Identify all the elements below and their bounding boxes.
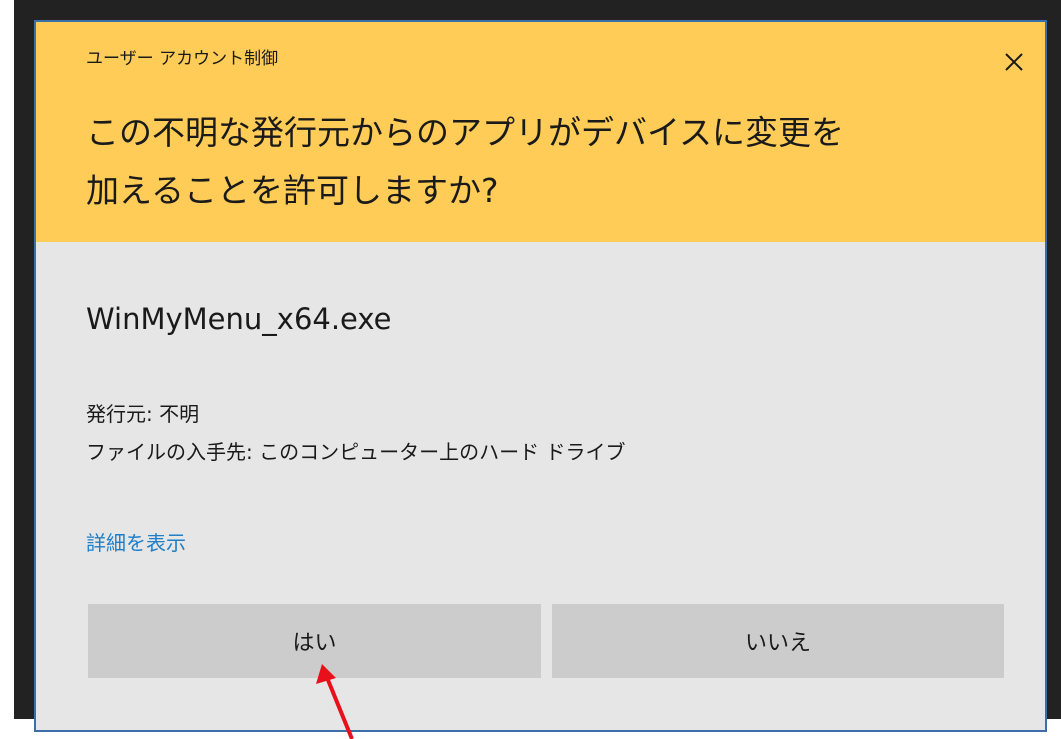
close-button[interactable] [996,44,1032,80]
question-line-1: この不明な発行元からのアプリがデバイスに変更を [86,113,845,152]
close-icon [1005,53,1023,71]
publisher-info: 発行元: 不明 [86,402,200,426]
uac-dialog: ユーザー アカウント制御 この不明な発行元からのアプリがデバイスに変更を 加える… [34,20,1047,732]
dialog-title: ユーザー アカウント制御 [86,49,279,69]
program-name: WinMyMenu_x64.exe [86,302,392,336]
dialog-header: ユーザー アカウント制御 この不明な発行元からのアプリがデバイスに変更を 加える… [36,22,1045,242]
file-origin-info: ファイルの入手先: このコンピューター上のハード ドライブ [86,440,626,464]
red-arrow-icon [316,664,354,739]
permission-question: この不明な発行元からのアプリがデバイスに変更を 加えることを許可しますか? [86,104,986,220]
no-button[interactable]: いいえ [552,604,1004,678]
show-details-link[interactable]: 詳細を表示 [86,527,186,556]
question-line-2: 加えることを許可しますか? [86,171,499,210]
left-margin [0,0,14,739]
